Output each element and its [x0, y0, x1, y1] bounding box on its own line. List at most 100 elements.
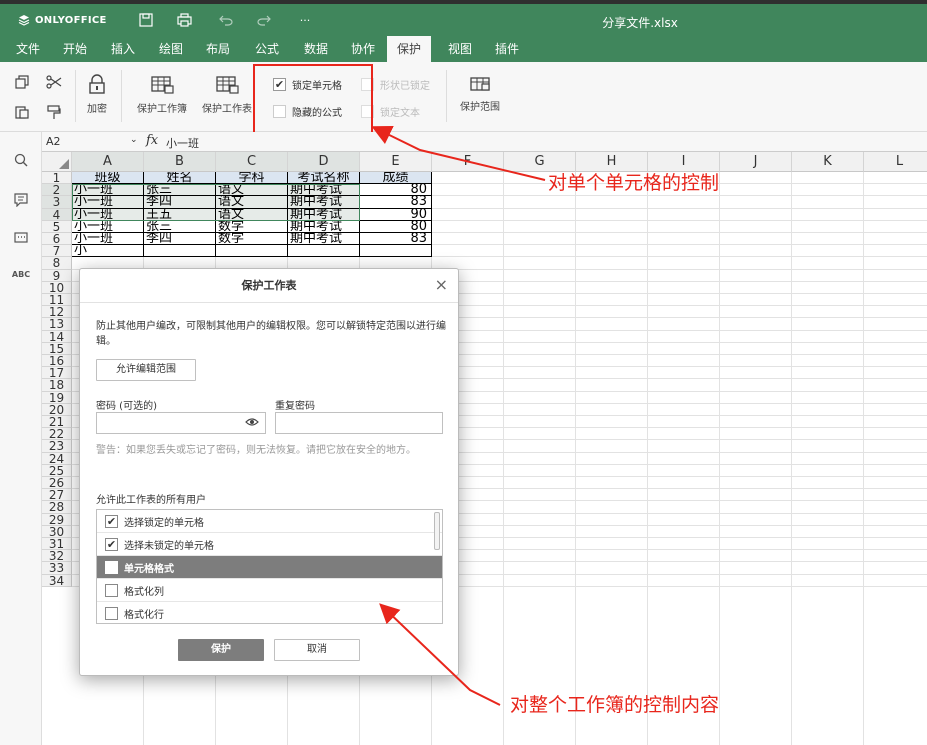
protect-workbook-button[interactable]: 保护工作簿 [128, 76, 196, 115]
tab-protection[interactable]: 保护 [387, 36, 432, 62]
row-header[interactable]: 13 [42, 318, 72, 331]
format-painter-icon[interactable] [46, 104, 62, 120]
checkbox-checked-icon[interactable]: ✔ [105, 537, 118, 551]
tab-plugins[interactable]: 插件 [485, 36, 529, 62]
perm-item-select-unlocked[interactable]: ✔ 选择未锁定的单元格 [97, 533, 442, 556]
column-header[interactable]: F [432, 152, 504, 172]
close-icon[interactable]: × [435, 277, 448, 293]
table-cell[interactable]: 83 [360, 233, 432, 246]
table-cell[interactable]: 小 [72, 245, 144, 258]
table-cell[interactable]: 班级 [72, 172, 144, 185]
column-header[interactable]: L [864, 152, 927, 172]
table-cell[interactable]: 80 [360, 184, 432, 197]
perm-item-select-locked[interactable]: ✔ 选择锁定的单元格 [97, 510, 442, 533]
more-icon[interactable]: ··· [297, 12, 313, 28]
column-header[interactable]: K [792, 152, 864, 172]
row-header[interactable]: 19 [42, 391, 72, 404]
column-header[interactable]: A [72, 152, 144, 172]
encrypt-button[interactable]: 加密 [80, 74, 114, 115]
column-header[interactable]: B [144, 152, 216, 172]
cut-icon[interactable] [46, 74, 62, 90]
tab-collaborate[interactable]: 协作 [341, 36, 385, 62]
table-cell[interactable]: 姓名 [144, 172, 216, 185]
perm-item-format-rows[interactable]: 格式化行 [97, 602, 442, 623]
copy-icon[interactable] [14, 74, 30, 90]
table-cell[interactable] [288, 245, 360, 258]
spellcheck-icon[interactable]: ABC [12, 266, 30, 282]
protect-sheet-button[interactable]: 保护工作表 [198, 76, 256, 115]
table-cell[interactable]: 期中考试 [288, 220, 360, 233]
tab-formula[interactable]: 公式 [245, 36, 289, 62]
table-cell[interactable]: 小一班 [72, 220, 144, 233]
paste-icon[interactable] [14, 104, 30, 120]
table-cell[interactable]: 张三 [144, 220, 216, 233]
checkbox-icon[interactable] [105, 606, 118, 620]
column-header[interactable]: E [360, 152, 432, 172]
row-header[interactable]: 4 [42, 208, 72, 221]
column-header[interactable]: C [216, 152, 288, 172]
chat-icon[interactable] [13, 230, 29, 246]
row-header[interactable]: 23 [42, 440, 72, 453]
table-cell[interactable]: 李四 [144, 233, 216, 246]
table-cell[interactable] [216, 245, 288, 258]
allow-ranges-button[interactable]: 允许编辑范围 [96, 359, 196, 381]
column-header[interactable]: J [720, 152, 792, 172]
permissions-list[interactable]: ✔ 选择锁定的单元格 ✔ 选择未锁定的单元格 单元格格式 格式化列 格式化行 [96, 509, 443, 624]
function-icon[interactable]: fx [146, 133, 158, 148]
tab-layout[interactable]: 布局 [196, 36, 240, 62]
row-header[interactable]: 8 [42, 257, 72, 270]
comments-icon[interactable] [13, 192, 29, 208]
select-all-corner[interactable] [42, 152, 72, 172]
selection-range[interactable] [72, 184, 360, 221]
tab-data[interactable]: 数据 [294, 36, 338, 62]
perm-item-format-columns[interactable]: 格式化列 [97, 579, 442, 602]
repeat-password-field[interactable] [275, 412, 443, 434]
row-header[interactable]: 9 [42, 269, 72, 282]
list-scrollbar[interactable] [434, 512, 440, 550]
row-header[interactable]: 29 [42, 513, 72, 526]
table-cell[interactable]: 期中考试 [288, 233, 360, 246]
save-icon[interactable] [138, 12, 154, 28]
table-cell[interactable] [360, 245, 432, 258]
chevron-down-icon[interactable]: ⌄ [130, 135, 138, 145]
formula-input[interactable]: 小一班 [166, 135, 199, 151]
row-header[interactable]: 28 [42, 501, 72, 514]
table-cell[interactable]: 考试名称 [288, 172, 360, 185]
password-warning: 警告：如果您丢失或忘记了密码，则无法恢复。请把它放在安全的地方。 [96, 445, 416, 456]
checkbox-checked-icon[interactable]: ✔ [105, 514, 118, 528]
protect-button[interactable]: 保护 [178, 639, 264, 661]
table-cell[interactable] [144, 245, 216, 258]
table-cell[interactable]: 成绩 [360, 172, 432, 185]
search-icon[interactable] [13, 152, 29, 168]
cancel-button[interactable]: 取消 [274, 639, 360, 661]
table-cell[interactable]: 小一班 [72, 233, 144, 246]
row-header[interactable]: 33 [42, 562, 72, 575]
name-box[interactable]: A2 [46, 135, 61, 148]
redo-icon[interactable] [256, 12, 272, 28]
column-header[interactable]: D [288, 152, 360, 172]
row-header[interactable]: 34 [42, 574, 72, 587]
tab-view[interactable]: 视图 [438, 36, 482, 62]
table-cell[interactable]: 80 [360, 220, 432, 233]
perm-item-format-cells[interactable]: 单元格格式 [97, 556, 442, 579]
row-header[interactable]: 14 [42, 330, 72, 343]
tab-insert[interactable]: 插入 [101, 36, 145, 62]
row-header[interactable]: 18 [42, 379, 72, 392]
checkbox-icon[interactable] [105, 583, 118, 597]
row-header[interactable]: 24 [42, 452, 72, 465]
table-cell[interactable]: 90 [360, 208, 432, 221]
password-field[interactable] [96, 412, 266, 434]
protect-range-button[interactable]: 保护范围 [455, 76, 505, 113]
table-cell[interactable]: 数学 [216, 220, 288, 233]
eye-icon[interactable] [245, 416, 259, 430]
undo-icon[interactable] [218, 12, 234, 28]
table-cell[interactable]: 学科 [216, 172, 288, 185]
table-cell[interactable]: 83 [360, 196, 432, 209]
tab-file[interactable]: 文件 [6, 36, 50, 62]
tab-home[interactable]: 开始 [53, 36, 97, 62]
print-icon[interactable] [176, 12, 192, 28]
table-cell[interactable]: 数学 [216, 233, 288, 246]
tab-draw[interactable]: 绘图 [149, 36, 193, 62]
checkbox-icon[interactable] [105, 560, 118, 574]
row-header[interactable]: 3 [42, 196, 72, 209]
